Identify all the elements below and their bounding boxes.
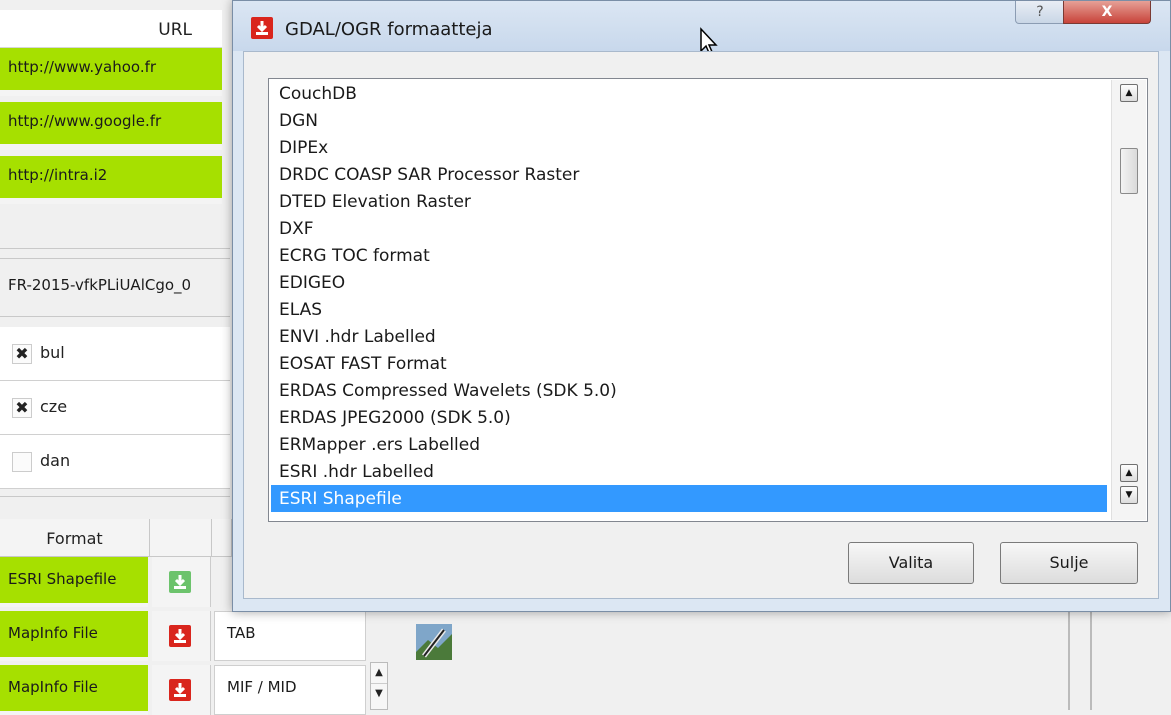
url-cell-google[interactable]: http://www.google.fr (0, 102, 222, 150)
divider (0, 496, 230, 497)
language-row-bul[interactable]: ✖ bul (0, 327, 230, 381)
divider (0, 258, 230, 259)
download-cell (152, 557, 211, 607)
close-window-button[interactable]: X (1063, 1, 1151, 24)
dialog-title: GDAL/OGR formaatteja (285, 19, 493, 40)
scroll-up-arrow-icon[interactable]: ▲ (1120, 464, 1138, 482)
list-item[interactable]: EDIGEO (271, 269, 1107, 296)
format-column-header[interactable]: Format (0, 519, 150, 557)
url-cell-yahoo[interactable]: http://www.yahoo.fr (0, 48, 222, 96)
language-checkbox[interactable]: ✖ (12, 398, 32, 418)
list-item-selected[interactable]: ESRI Shapefile (271, 485, 1107, 512)
language-checkbox[interactable]: ✖ (12, 344, 32, 364)
table-scrollbar[interactable]: ▲ ▼ (370, 662, 388, 710)
format-cell-mapinfo-mif[interactable]: MapInfo File (0, 665, 148, 715)
list-item[interactable]: ECRG TOC format (271, 242, 1107, 269)
download-green-icon[interactable] (169, 571, 191, 593)
list-item[interactable]: DRDC COASP SAR Processor Raster (271, 161, 1107, 188)
scroll-up-arrow-icon[interactable]: ▲ (371, 663, 387, 684)
list-item[interactable]: DTED Elevation Raster (271, 188, 1107, 215)
download-red-icon (251, 17, 273, 39)
download-red-icon[interactable] (169, 679, 191, 701)
list-item[interactable]: EOSAT FAST Format (271, 350, 1107, 377)
image-thumbnail-icon[interactable] (414, 622, 454, 662)
list-scrollbar[interactable]: ▲ ▲ ▼ (1111, 80, 1146, 520)
list-item[interactable]: DXF (271, 215, 1107, 242)
extension-cell[interactable]: MIF / MID (214, 665, 366, 715)
url-column-header: URL (0, 10, 222, 48)
icon-column-header[interactable] (150, 519, 212, 557)
url-cell-intra[interactable]: http://intra.i2 (0, 156, 222, 204)
ext-column-header[interactable] (212, 519, 232, 557)
divider (1090, 600, 1092, 710)
format-list[interactable]: CouchDB DGN DIPEx DRDC COASP SAR Process… (268, 78, 1148, 522)
list-item[interactable]: ERDAS JPEG2000 (SDK 5.0) (271, 404, 1107, 431)
download-cell (152, 611, 211, 661)
language-row-dan[interactable]: dan (0, 435, 230, 489)
list-item[interactable]: ESRI .hdr Labelled (271, 458, 1107, 485)
list-item[interactable]: ENVI .hdr Labelled (271, 323, 1107, 350)
record-code-field[interactable]: FR-2015-vfkPLiUAlCgo_0 (8, 266, 230, 306)
format-cell-mapinfo-tab[interactable]: MapInfo File (0, 611, 148, 661)
list-item[interactable]: DIPEx (271, 134, 1107, 161)
list-item[interactable]: ERDAS Compressed Wavelets (SDK 5.0) (271, 377, 1107, 404)
download-cell (152, 665, 211, 715)
divider (0, 316, 230, 317)
language-label: bul (40, 343, 65, 362)
scroll-down-arrow-icon[interactable]: ▼ (371, 684, 387, 704)
scrollbar-thumb[interactable] (1120, 148, 1138, 194)
list-item[interactable]: DGN (271, 107, 1107, 134)
help-button[interactable]: ? (1015, 1, 1065, 24)
close-button[interactable]: Sulje (1000, 542, 1138, 584)
language-label: cze (40, 397, 68, 416)
list-item[interactable]: ERMapper .ers Labelled (271, 431, 1107, 458)
download-red-icon[interactable] (169, 625, 191, 647)
select-button[interactable]: Valita (848, 542, 974, 584)
list-item[interactable]: ELAS (271, 296, 1107, 323)
language-label: dan (40, 451, 71, 470)
gdal-formats-dialog: GDAL/OGR formaatteja ? X CouchDB DGN DIP… (232, 0, 1171, 612)
language-checkbox[interactable] (12, 452, 32, 472)
divider (1068, 600, 1070, 710)
divider (0, 248, 230, 249)
language-row-cze[interactable]: ✖ cze (0, 381, 230, 435)
scroll-down-arrow-icon[interactable]: ▼ (1120, 486, 1138, 504)
dialog-client-area: CouchDB DGN DIPEx DRDC COASP SAR Process… (243, 51, 1159, 599)
list-item[interactable]: CouchDB (271, 80, 1107, 107)
format-cell-esri[interactable]: ESRI Shapefile (0, 557, 148, 607)
scroll-up-arrow-icon[interactable]: ▲ (1120, 84, 1138, 102)
extension-cell[interactable]: TAB (214, 611, 366, 661)
